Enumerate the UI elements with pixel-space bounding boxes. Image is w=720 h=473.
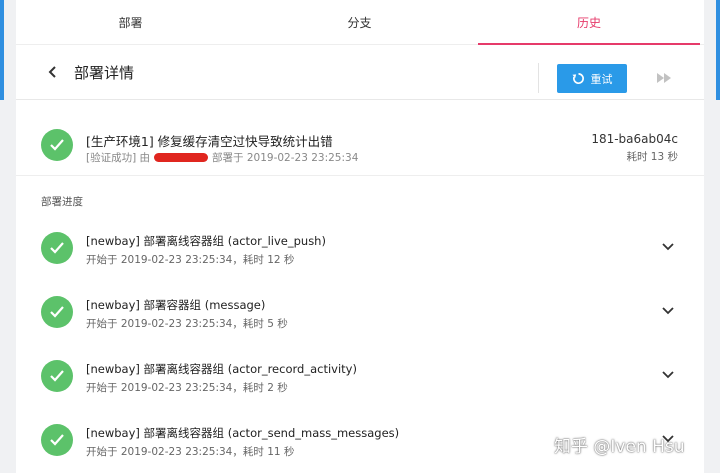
step-subtitle: 开始于 2019-02-23 23:25:34，耗时 11 秒	[86, 446, 295, 458]
app-frame: 部署 分支 历史 部署详情 重试 [生产环境1] 修复缓存清空过快导致统计出错 …	[0, 0, 720, 473]
check-circle-icon	[41, 232, 73, 264]
check-circle-icon	[41, 129, 73, 161]
summary-deployed-at: 部署于 2019-02-23 23:25:34	[212, 152, 359, 164]
tab-deploy[interactable]: 部署	[16, 0, 245, 44]
chevron-down-icon[interactable]	[662, 371, 674, 379]
deployment-summary: [生产环境1] 修复缓存清空过快导致统计出错 [验证成功] 由 部署于 2019-…	[16, 99, 704, 176]
step-title: [newbay] 部署离线容器组 (actor_record_activity)	[86, 362, 357, 376]
check-circle-icon	[41, 424, 73, 456]
check-circle-icon	[41, 360, 73, 392]
check-circle-icon	[41, 296, 73, 328]
tab-branch[interactable]: 分支	[245, 0, 474, 44]
tab-history-label: 历史	[576, 15, 601, 30]
retry-label: 重试	[590, 72, 613, 86]
tab-bar: 部署 分支 历史	[16, 0, 704, 45]
commit-hash: 181-ba6ab04c	[591, 132, 678, 146]
summary-title: [生产环境1] 修复缓存清空过快导致统计出错	[86, 134, 333, 149]
step-row[interactable]: [newbay] 部署离线容器组 (actor_live_push) 开始于 2…	[16, 222, 704, 282]
summary-status: [验证成功] 由	[86, 152, 151, 164]
chevron-down-icon[interactable]	[662, 307, 674, 315]
chevron-down-icon[interactable]	[662, 243, 674, 251]
step-title: [newbay] 部署离线容器组 (actor_send_mass_messag…	[86, 426, 400, 440]
tab-history[interactable]: 历史	[474, 0, 704, 45]
step-row[interactable]: [newbay] 部署离线容器组 (actor_record_activity)…	[16, 350, 704, 410]
summary-duration: 耗时 13 秒	[626, 151, 678, 163]
chevron-left-icon[interactable]	[46, 65, 60, 79]
step-row[interactable]: [newbay] 部署容器组 (message) 开始于 2019-02-23 …	[16, 286, 704, 346]
step-title: [newbay] 部署离线容器组 (actor_live_push)	[86, 234, 326, 248]
fast-forward-icon[interactable]	[656, 72, 672, 84]
section-label: 部署进度	[41, 196, 83, 208]
retry-button[interactable]: 重试	[557, 64, 627, 93]
step-subtitle: 开始于 2019-02-23 23:25:34，耗时 5 秒	[86, 318, 288, 330]
page-title: 部署详情	[74, 64, 135, 82]
step-subtitle: 开始于 2019-02-23 23:25:34，耗时 12 秒	[86, 254, 295, 266]
deployment-card: 部署 分支 历史 部署详情 重试 [生产环境1] 修复缓存清空过快导致统计出错 …	[16, 0, 704, 473]
page-header: 部署详情 重试	[16, 45, 704, 100]
refresh-icon	[571, 73, 584, 84]
summary-subtitle: [验证成功] 由 部署于 2019-02-23 23:25:34	[86, 150, 358, 165]
left-accent-bar	[0, 0, 4, 100]
watermark: 知乎 @Iven Hsu	[554, 437, 685, 457]
right-accent-bar	[716, 0, 720, 100]
step-subtitle: 开始于 2019-02-23 23:25:34，耗时 2 秒	[86, 382, 288, 394]
step-title: [newbay] 部署容器组 (message)	[86, 298, 266, 312]
redacted-username	[154, 152, 209, 162]
header-divider	[538, 63, 539, 93]
